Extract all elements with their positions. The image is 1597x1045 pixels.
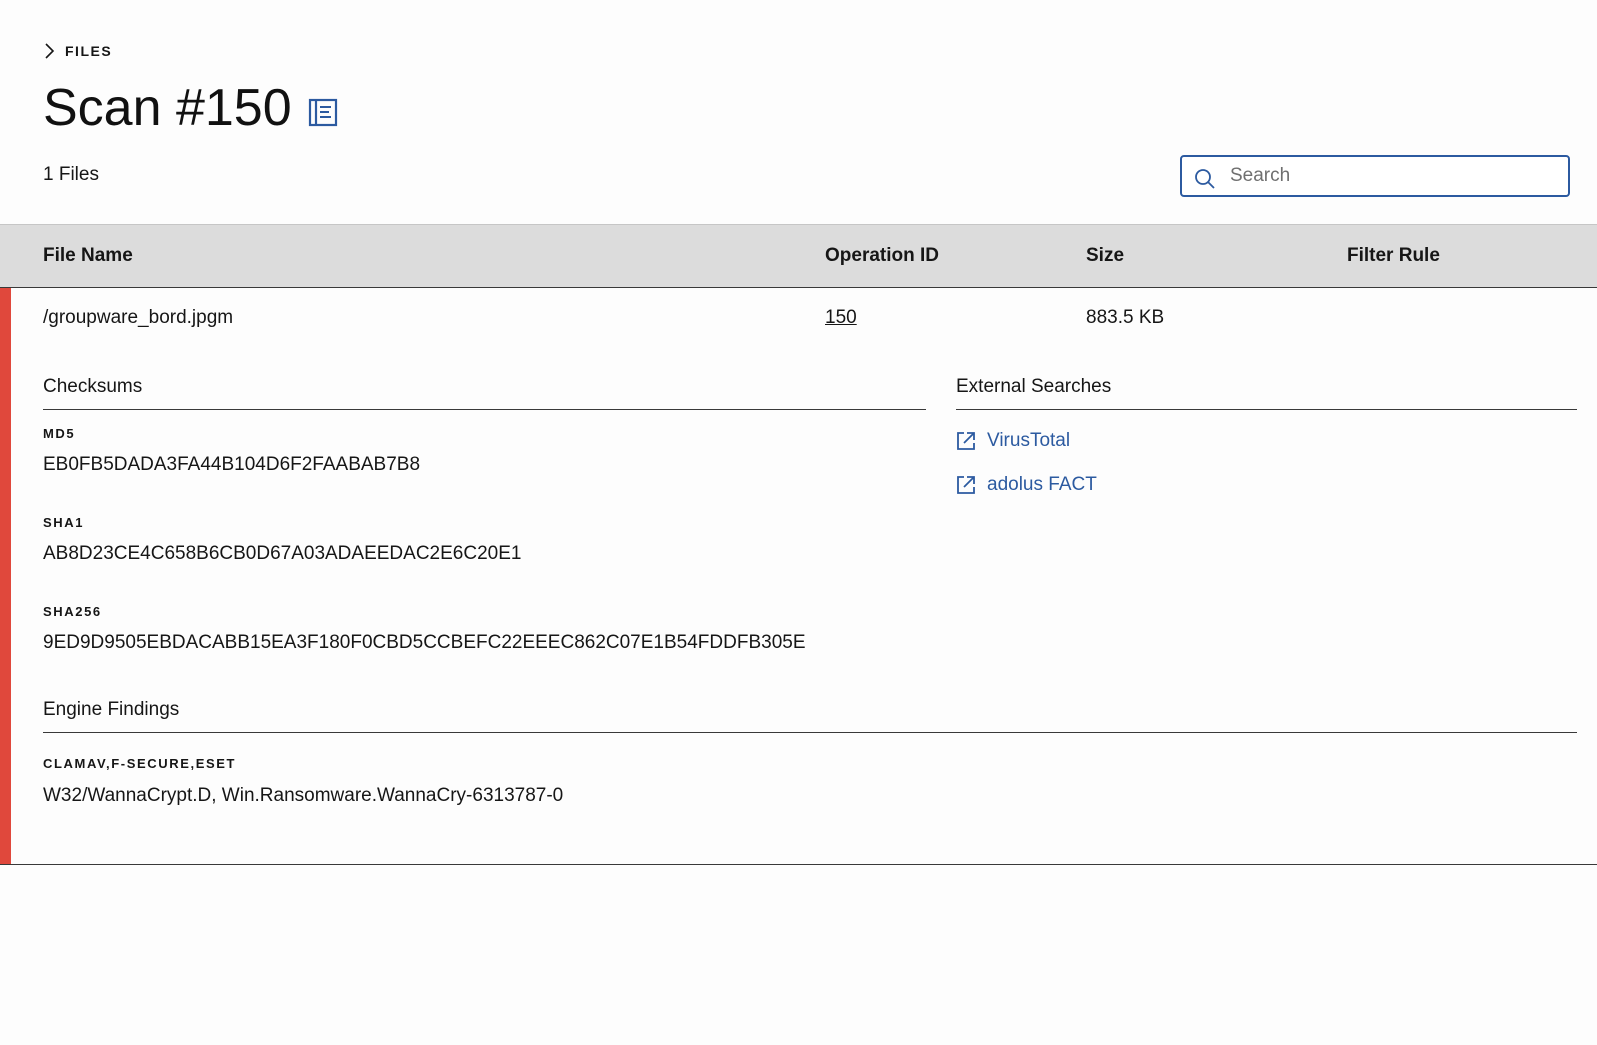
book-icon[interactable] — [308, 97, 338, 127]
engine-findings-divider — [43, 732, 1577, 733]
virustotal-link[interactable]: VirusTotal — [955, 430, 1070, 452]
column-header-filter-rule[interactable]: Filter Rule — [1347, 245, 1440, 267]
title-row: Scan #150 — [43, 76, 338, 140]
sha1-value: AB8D23CE4C658B6CB0D67A03ADAEEDAC2E6C20E1 — [43, 543, 522, 564]
checksums-title: Checksums — [43, 376, 143, 397]
checksums-divider — [43, 409, 926, 410]
column-header-operation-id[interactable]: Operation ID — [825, 245, 939, 267]
adolus-fact-link[interactable]: adolus FACT — [955, 474, 1097, 496]
size-cell: 883.5 KB — [1086, 307, 1165, 328]
external-searches-title: External Searches — [956, 376, 1112, 397]
search-box[interactable] — [1180, 155, 1570, 197]
external-searches-divider — [956, 409, 1577, 410]
sha1-label: SHA1 — [43, 515, 85, 530]
page-title: Scan #150 — [43, 79, 292, 137]
engine-findings-title: Engine Findings — [43, 699, 180, 720]
operation-id-cell: 150 — [825, 307, 857, 329]
search-input[interactable] — [1228, 164, 1552, 188]
column-header-size[interactable]: Size — [1086, 245, 1124, 267]
sha256-label: SHA256 — [43, 604, 102, 619]
launch-icon — [955, 430, 977, 452]
file-name-cell: /groupware_bord.jpgm — [43, 307, 234, 328]
breadcrumb: FILES — [43, 42, 112, 60]
table-row: /groupware_bord.jpgm 150 883.5 KB Checks… — [0, 288, 1597, 865]
engine-findings-value: W32/WannaCrypt.D, Win.Ransomware.WannaCr… — [43, 785, 564, 806]
chevron-right-icon — [43, 42, 55, 60]
operation-id-link[interactable]: 150 — [825, 307, 857, 328]
sha256-value: 9ED9D9505EBDACABB15EA3F180F0CBD5CCBEFC22… — [43, 632, 806, 653]
launch-icon — [955, 474, 977, 496]
scan-files-page: FILES Scan #150 1 Files File Name Op — [0, 0, 1597, 1045]
md5-label: MD5 — [43, 426, 76, 441]
md5-value: EB0FB5DADA3FA44B104D6F2FAABAB7B8 — [43, 454, 421, 475]
virustotal-link-label: VirusTotal — [987, 430, 1071, 451]
search-icon — [1194, 168, 1216, 190]
breadcrumb-files-link[interactable]: FILES — [65, 43, 112, 59]
column-header-file-name[interactable]: File Name — [43, 245, 133, 267]
table-header: File Name Operation ID Size Filter Rule — [0, 224, 1597, 288]
file-count: 1 Files — [43, 164, 99, 185]
adolus-fact-link-label: adolus FACT — [987, 474, 1097, 495]
threat-flag-bar — [0, 288, 11, 864]
engine-names-label: CLAMAV,F-SECURE,ESET — [43, 756, 237, 771]
